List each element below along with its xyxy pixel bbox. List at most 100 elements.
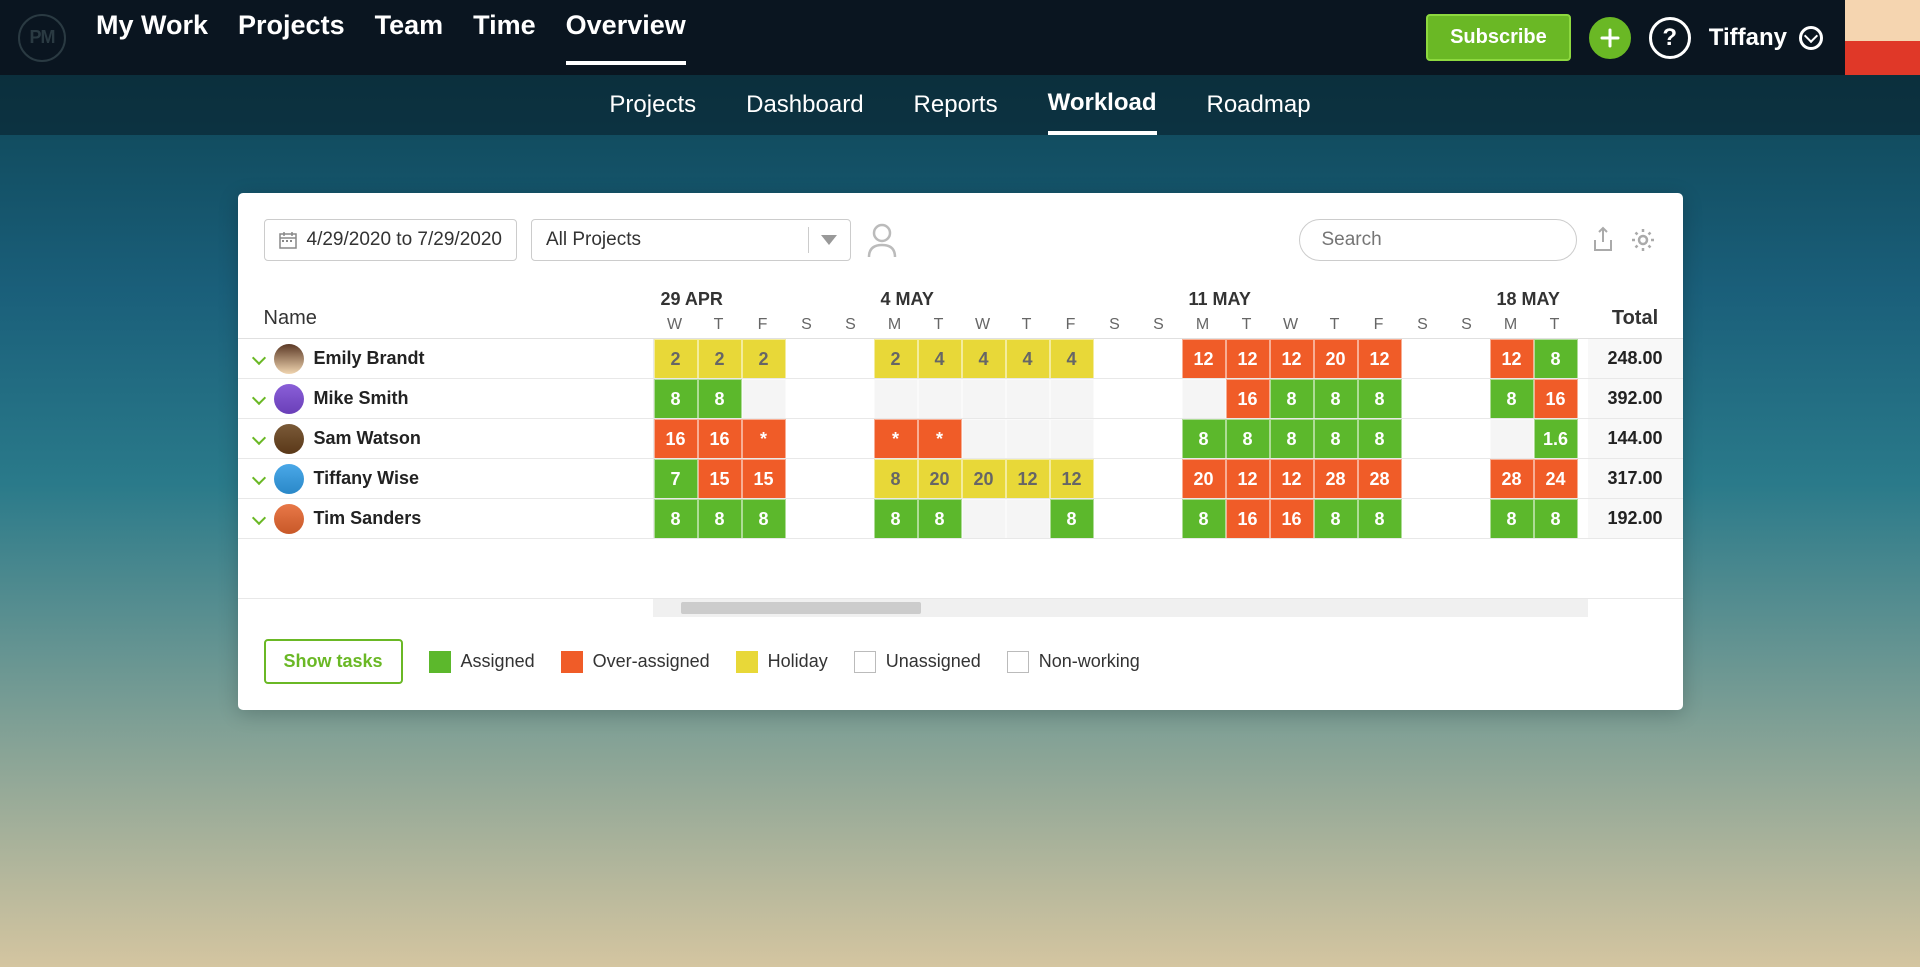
workload-cell[interactable]: 12: [1226, 459, 1270, 498]
workload-cell[interactable]: 2: [654, 339, 698, 378]
export-button[interactable]: [1591, 226, 1615, 254]
workload-cell[interactable]: [1094, 459, 1138, 498]
workload-cell[interactable]: [1446, 419, 1490, 458]
workload-cell[interactable]: [786, 419, 830, 458]
topnav-link-my-work[interactable]: My Work: [96, 10, 208, 65]
horizontal-scrollbar[interactable]: [653, 599, 1588, 617]
workload-cell[interactable]: 15: [742, 459, 786, 498]
subnav-link-dashboard[interactable]: Dashboard: [746, 77, 863, 133]
workload-cell[interactable]: [1094, 339, 1138, 378]
workload-cell[interactable]: 24: [1534, 459, 1578, 498]
workload-cell[interactable]: 20: [1314, 339, 1358, 378]
topnav-link-time[interactable]: Time: [473, 10, 536, 65]
workload-cell[interactable]: 7: [654, 459, 698, 498]
workload-cell[interactable]: 8: [874, 499, 918, 538]
topnav-link-team[interactable]: Team: [375, 10, 444, 65]
expand-toggle[interactable]: [254, 510, 264, 528]
workload-cell[interactable]: 2: [698, 339, 742, 378]
workload-cell[interactable]: [1182, 379, 1226, 418]
workload-cell[interactable]: 8: [1490, 379, 1534, 418]
workload-cell[interactable]: *: [918, 419, 962, 458]
workload-cell[interactable]: 12: [1226, 339, 1270, 378]
workload-cell[interactable]: [1138, 339, 1182, 378]
workload-cell[interactable]: [1446, 499, 1490, 538]
person-name[interactable]: Sam Watson: [314, 428, 421, 449]
workload-cell[interactable]: 8: [918, 499, 962, 538]
user-avatar[interactable]: [1845, 0, 1920, 75]
person-name[interactable]: Emily Brandt: [314, 348, 425, 369]
workload-cell[interactable]: [962, 419, 1006, 458]
workload-cell[interactable]: 8: [1270, 419, 1314, 458]
search-input[interactable]: [1322, 229, 1567, 251]
workload-cell[interactable]: 8: [698, 379, 742, 418]
workload-cell[interactable]: [1402, 499, 1446, 538]
workload-cell[interactable]: *: [874, 419, 918, 458]
workload-cell[interactable]: [1446, 339, 1490, 378]
workload-cell[interactable]: [786, 459, 830, 498]
workload-cell[interactable]: 8: [654, 499, 698, 538]
workload-cell[interactable]: [1446, 459, 1490, 498]
subnav-link-projects[interactable]: Projects: [609, 77, 696, 133]
person-filter-button[interactable]: [865, 222, 899, 258]
name-column-header[interactable]: Name: [238, 285, 653, 338]
workload-cell[interactable]: 8: [1182, 499, 1226, 538]
workload-cell[interactable]: 16: [698, 419, 742, 458]
person-name[interactable]: Mike Smith: [314, 388, 409, 409]
workload-cell[interactable]: [1094, 499, 1138, 538]
subnav-link-workload[interactable]: Workload: [1048, 75, 1157, 135]
workload-cell[interactable]: 8: [1358, 499, 1402, 538]
subnav-link-roadmap[interactable]: Roadmap: [1207, 77, 1311, 133]
workload-cell[interactable]: [874, 379, 918, 418]
workload-cell[interactable]: 20: [918, 459, 962, 498]
person-name[interactable]: Tiffany Wise: [314, 468, 420, 489]
subnav-link-reports[interactable]: Reports: [914, 77, 998, 133]
scrollbar-thumb[interactable]: [681, 602, 921, 614]
workload-cell[interactable]: 8: [1358, 419, 1402, 458]
workload-cell[interactable]: 16: [1226, 499, 1270, 538]
workload-cell[interactable]: 8: [1314, 379, 1358, 418]
settings-button[interactable]: [1629, 226, 1657, 254]
workload-cell[interactable]: 8: [1534, 499, 1578, 538]
workload-cell[interactable]: 12: [1490, 339, 1534, 378]
workload-cell[interactable]: [786, 339, 830, 378]
workload-cell[interactable]: [1402, 459, 1446, 498]
workload-cell[interactable]: [830, 499, 874, 538]
workload-cell[interactable]: 16: [1270, 499, 1314, 538]
workload-cell[interactable]: 8: [1314, 419, 1358, 458]
workload-cell[interactable]: [1138, 379, 1182, 418]
workload-cell[interactable]: 12: [1270, 339, 1314, 378]
person-name[interactable]: Tim Sanders: [314, 508, 422, 529]
workload-cell[interactable]: 12: [1358, 339, 1402, 378]
workload-cell[interactable]: [962, 379, 1006, 418]
workload-cell[interactable]: [786, 379, 830, 418]
expand-toggle[interactable]: [254, 470, 264, 488]
topnav-link-projects[interactable]: Projects: [238, 10, 345, 65]
workload-cell[interactable]: [918, 379, 962, 418]
workload-cell[interactable]: 4: [918, 339, 962, 378]
workload-cell[interactable]: [830, 419, 874, 458]
workload-cell[interactable]: 8: [1050, 499, 1094, 538]
workload-cell[interactable]: [1094, 419, 1138, 458]
workload-cell[interactable]: *: [742, 419, 786, 458]
workload-cell[interactable]: 12: [1182, 339, 1226, 378]
workload-cell[interactable]: 8: [1490, 499, 1534, 538]
workload-cell[interactable]: 1.6: [1534, 419, 1578, 458]
workload-cell[interactable]: 8: [874, 459, 918, 498]
workload-cell[interactable]: 28: [1490, 459, 1534, 498]
workload-cell[interactable]: [742, 379, 786, 418]
workload-cell[interactable]: 8: [698, 499, 742, 538]
workload-cell[interactable]: 8: [1534, 339, 1578, 378]
workload-cell[interactable]: [1138, 459, 1182, 498]
show-tasks-button[interactable]: Show tasks: [264, 639, 403, 684]
workload-cell[interactable]: [786, 499, 830, 538]
workload-cell[interactable]: [962, 499, 1006, 538]
workload-cell[interactable]: [1050, 379, 1094, 418]
workload-cell[interactable]: 8: [654, 379, 698, 418]
workload-cell[interactable]: 28: [1314, 459, 1358, 498]
date-range-picker[interactable]: 4/29/2020 to 7/29/2020: [264, 219, 517, 261]
workload-cell[interactable]: 8: [742, 499, 786, 538]
user-menu-toggle[interactable]: [1799, 26, 1823, 50]
workload-cell[interactable]: [1138, 419, 1182, 458]
workload-cell[interactable]: [1050, 419, 1094, 458]
workload-cell[interactable]: [1446, 379, 1490, 418]
